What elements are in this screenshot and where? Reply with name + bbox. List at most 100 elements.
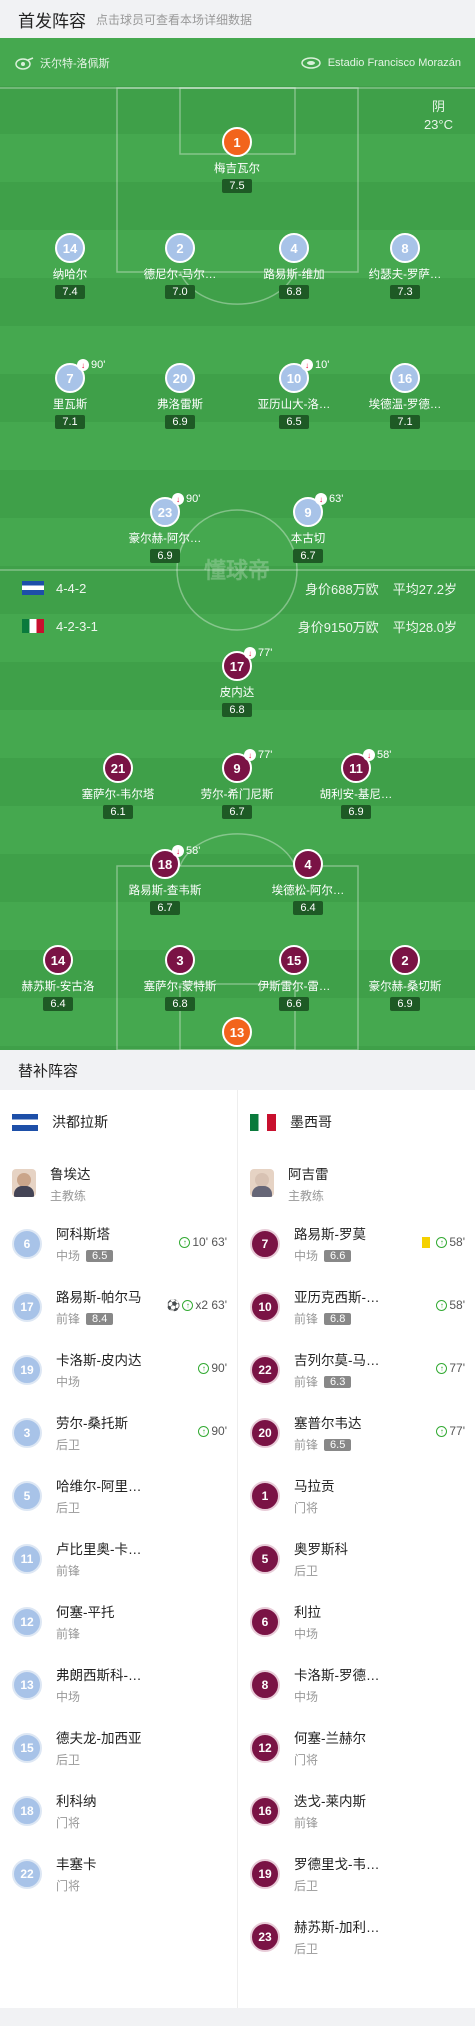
away-sub-player-5[interactable]: 1 马拉贡 门将 bbox=[250, 1464, 465, 1527]
home-player-11[interactable]: 9 ↓ 63' 本古切 6.7 bbox=[253, 493, 363, 564]
home-sub-player-6[interactable]: 11 卢比里奥-卡… 前锋 bbox=[12, 1527, 227, 1590]
home-sub-player-4[interactable]: 3 劳尔-桑托斯 后卫 ↑ 90' bbox=[12, 1401, 227, 1464]
player-rating: 6.1 bbox=[103, 805, 133, 819]
home-player-6[interactable]: 7 ↓ 90' 里瓦斯 7.1 bbox=[15, 359, 125, 430]
player-rating: 6.8 bbox=[165, 997, 195, 1011]
away-player-9[interactable]: 15 伊斯雷尔-雷… 6.6 bbox=[239, 945, 349, 1012]
lineup-title: 首发阵容 bbox=[18, 11, 86, 31]
away-player-2[interactable]: 21 塞萨尔-韦尔塔 6.1 bbox=[63, 753, 173, 820]
player-rating: 6.8 bbox=[279, 285, 309, 299]
home-sub-player-2[interactable]: 17 路易斯-帕尔马 前锋 8.4 ⚽ ↑ x2 63' bbox=[12, 1275, 227, 1338]
home-player-1[interactable]: 1 梅吉瓦尔 7.5 bbox=[182, 127, 292, 194]
player-name: 路易斯-帕尔马 bbox=[56, 1290, 142, 1305]
home-sub-player-8[interactable]: 13 弗朗西斯科-… 中场 bbox=[12, 1653, 227, 1716]
away-sub-player-1[interactable]: 7 路易斯-罗莫 中场 6.6 ↑ 58' bbox=[250, 1212, 465, 1275]
home-formation: 4-4-2 bbox=[56, 580, 87, 596]
player-position: 中场 bbox=[294, 1627, 319, 1641]
sub-minute: 90' bbox=[186, 493, 201, 505]
sub-out-icon: ↓ bbox=[301, 359, 313, 371]
away-player-4[interactable]: 11 ↓ 58' 胡利安-基尼… 6.9 bbox=[301, 749, 411, 820]
home-team-name: 洪都拉斯 bbox=[52, 1114, 108, 1130]
goal-ball-icon: ⚽ bbox=[166, 1299, 181, 1312]
away-sub-player-3[interactable]: 22 吉列尔莫-马… 前锋 6.3 ↑ 77' bbox=[250, 1338, 465, 1401]
player-rating: 7.4 bbox=[55, 285, 85, 299]
away-sub-player-10[interactable]: 16 迭戈-莱内斯 前锋 bbox=[250, 1779, 465, 1842]
player-events: ↑ 90' bbox=[198, 1424, 227, 1438]
home-player-4[interactable]: 4 路易斯-维加 6.8 bbox=[239, 233, 349, 300]
home-player-5[interactable]: 8 约瑟夫-罗萨… 7.3 bbox=[350, 233, 460, 300]
honduras-flag-icon bbox=[22, 581, 44, 595]
player-name: 丰塞卡 bbox=[56, 1857, 97, 1872]
player-rating: 6.8 bbox=[222, 703, 252, 717]
home-player-10[interactable]: 23 ↓ 90' 豪尔赫-阿尔… 6.9 bbox=[110, 493, 220, 564]
away-sub-player-12[interactable]: 23 赫苏斯-加利… 后卫 bbox=[250, 1905, 465, 1968]
player-rating: 6.9 bbox=[150, 549, 180, 563]
shirt-number: 10 bbox=[250, 1291, 280, 1322]
away-sub-player-8[interactable]: 8 卡洛斯-罗德… 中场 bbox=[250, 1653, 465, 1716]
away-player-6[interactable]: 4 埃德松-阿尔… 6.4 bbox=[253, 849, 363, 916]
player-name: 塞萨尔-韦尔塔 bbox=[81, 789, 155, 801]
away-sub-player-6[interactable]: 5 奥罗斯科 后卫 bbox=[250, 1527, 465, 1590]
event-minutes: 90' bbox=[211, 1424, 227, 1438]
sub-minute: 58' bbox=[377, 749, 392, 761]
player-name: 约瑟夫-罗萨… bbox=[368, 269, 442, 281]
away-player-8[interactable]: 3 塞萨尔-蒙特斯 6.8 bbox=[125, 945, 235, 1012]
player-rating: 6.5 bbox=[279, 415, 309, 429]
sub-in-icon: ↑ bbox=[182, 1299, 194, 1311]
shirt-number: 15 bbox=[12, 1732, 42, 1763]
home-player-3[interactable]: 2 德尼尔-马尔… 7.0 bbox=[125, 233, 235, 300]
player-rating: 6.6 bbox=[324, 1249, 352, 1262]
shirt-number: 7 bbox=[250, 1228, 280, 1259]
player-name: 豪尔赫-阿尔… bbox=[128, 533, 202, 545]
away-player-3[interactable]: 9 ↓ 77' 劳尔-希门尼斯 6.7 bbox=[182, 749, 292, 820]
away-player-11[interactable]: 13奥乔亚6.0 bbox=[182, 1017, 292, 1050]
home-sub-player-5[interactable]: 5 哈维尔-阿里… 后卫 bbox=[12, 1464, 227, 1527]
away-coach[interactable]: 阿吉雷 主教练 bbox=[250, 1154, 465, 1212]
home-player-8[interactable]: 10 ↓ 10' 亚历山大-洛… 6.5 bbox=[239, 359, 349, 430]
sub-out-icon: ↓ bbox=[172, 845, 184, 857]
player-position: 前锋 bbox=[294, 1375, 319, 1389]
home-player-9[interactable]: 16 埃德温-罗德… 7.1 bbox=[350, 363, 460, 430]
away-sub-player-2[interactable]: 10 亚历克西斯-… 前锋 6.8 ↑ 58' bbox=[250, 1275, 465, 1338]
shirt-number: 22 bbox=[250, 1354, 280, 1385]
player-name: 塞萨尔-蒙特斯 bbox=[143, 981, 217, 993]
away-sub-player-4[interactable]: 20 塞普尔韦达 前锋 6.5 ↑ 77' bbox=[250, 1401, 465, 1464]
home-coach[interactable]: 鲁埃达 主教练 bbox=[12, 1154, 227, 1212]
away-formation: 4-2-3-1 bbox=[56, 618, 98, 634]
referee-name: 沃尔特-洛佩斯 bbox=[40, 58, 110, 70]
shirt-number: 5 bbox=[12, 1480, 42, 1511]
player-position: 后卫 bbox=[294, 1942, 319, 1956]
home-sub-player-3[interactable]: 19 卡洛斯-皮内达 中场 ↑ 90' bbox=[12, 1338, 227, 1401]
shirt-number: 1 bbox=[222, 127, 252, 157]
home-sub-player-1[interactable]: 6 阿科斯塔 中场 6.5 ↑ 10' 63' bbox=[12, 1212, 227, 1275]
player-rating: 6.5 bbox=[324, 1438, 352, 1451]
away-sub-player-11[interactable]: 19 罗德里戈-韦… 后卫 bbox=[250, 1842, 465, 1905]
shirt-number: 1 bbox=[250, 1480, 280, 1511]
home-sub-player-11[interactable]: 22 丰塞卡 门将 bbox=[12, 1842, 227, 1905]
player-rating: 6.6 bbox=[279, 997, 309, 1011]
away-sub-player-9[interactable]: 12 何塞-兰赫尔 门将 bbox=[250, 1716, 465, 1779]
player-name: 本古切 bbox=[290, 533, 326, 545]
player-name: 奥罗斯科 bbox=[294, 1542, 348, 1557]
home-sub-player-9[interactable]: 15 德夫龙-加西亚 后卫 bbox=[12, 1716, 227, 1779]
away-player-1[interactable]: 17 ↓ 77' 皮内达 6.8 bbox=[182, 647, 292, 718]
away-player-10[interactable]: 2 豪尔赫-桑切斯 6.9 bbox=[350, 945, 460, 1012]
away-sub-player-7[interactable]: 6 利拉 中场 bbox=[250, 1590, 465, 1653]
player-name: 塞普尔韦达 bbox=[294, 1416, 362, 1431]
player-name: 豪尔赫-桑切斯 bbox=[368, 981, 442, 993]
player-position: 中场 bbox=[56, 1249, 81, 1263]
away-player-5[interactable]: 18 ↓ 58' 路易斯-查韦斯 6.7 bbox=[110, 845, 220, 916]
home-player-2[interactable]: 14 纳哈尔 7.4 bbox=[15, 233, 125, 300]
event-minutes: 58' bbox=[449, 1235, 465, 1249]
shirt-number: 6 bbox=[250, 1606, 280, 1637]
home-bench-column: 洪都拉斯 鲁埃达 主教练 6 阿科斯塔 中场 6.5 ↑ 10' 63' 17 路易斯-帕尔马… bbox=[0, 1090, 237, 2008]
substitution-marker: ↓ 77' bbox=[244, 749, 272, 761]
sub-out-icon: ↓ bbox=[244, 749, 256, 761]
shirt-number: 11 bbox=[12, 1543, 42, 1574]
home-player-7[interactable]: 20 弗洛雷斯 6.9 bbox=[125, 363, 235, 430]
home-sub-player-7[interactable]: 12 何塞-平托 前锋 bbox=[12, 1590, 227, 1653]
away-player-7[interactable]: 14 赫苏斯-安古洛 6.4 bbox=[3, 945, 113, 1012]
home-sub-player-10[interactable]: 18 利科纳 门将 bbox=[12, 1779, 227, 1842]
player-name: 弗朗西斯科-… bbox=[56, 1668, 142, 1683]
shirt-number: 13 bbox=[12, 1669, 42, 1700]
